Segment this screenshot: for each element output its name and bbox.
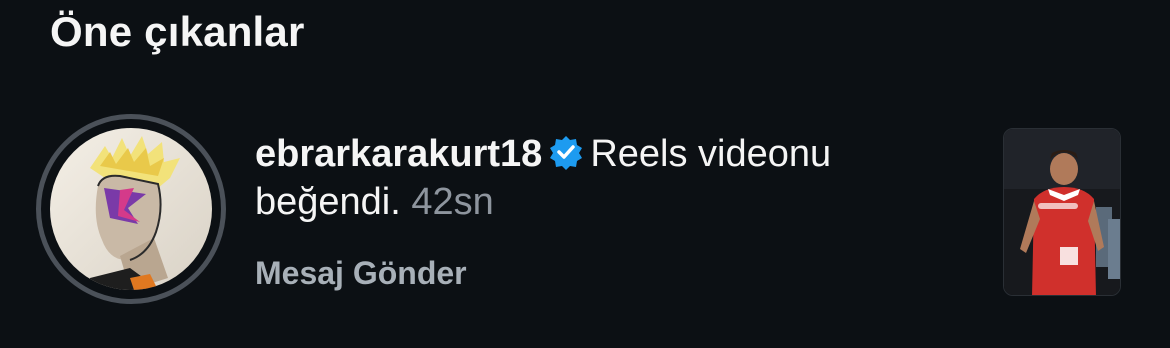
notification-item[interactable]: ebrarkarakurt18 Reels videonu beğendi. 42…: [0, 110, 1170, 310]
notification-text: ebrarkarakurt18 Reels videonu beğendi. 42…: [255, 130, 955, 226]
username-link[interactable]: ebrarkarakurt18: [255, 133, 542, 175]
verified-badge-icon: [548, 134, 584, 170]
avatar[interactable]: [36, 114, 226, 304]
timestamp: 42sn: [411, 181, 494, 223]
send-message-button[interactable]: Mesaj Gönder: [255, 255, 467, 292]
reels-thumbnail-icon[interactable]: [1003, 128, 1121, 296]
section-title: Öne çıkanlar: [50, 8, 305, 55]
profile-avatar-icon: [50, 128, 212, 290]
